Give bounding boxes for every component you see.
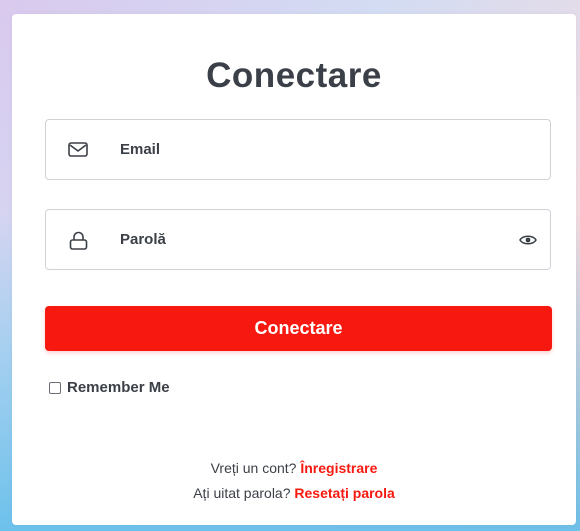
register-row: Vreți un cont? Înregistrare <box>12 460 576 476</box>
password-field[interactable]: Parolă <box>45 209 551 270</box>
register-prompt: Vreți un cont? <box>210 460 297 476</box>
eye-icon[interactable] <box>519 232 537 248</box>
reset-row: Ați uitat parola? Resetați parola <box>12 485 576 501</box>
remember-me: Remember Me <box>49 379 170 396</box>
login-button[interactable]: Conectare <box>45 306 552 351</box>
remember-checkbox[interactable] <box>49 381 61 394</box>
reset-password-link[interactable]: Resetați parola <box>294 485 394 501</box>
lock-icon <box>67 229 91 251</box>
password-placeholder: Parolă <box>120 231 166 248</box>
register-link[interactable]: Înregistrare <box>300 460 377 476</box>
reset-prompt: Ați uitat parola? <box>193 485 291 501</box>
remember-label: Remember Me <box>67 379 170 396</box>
login-card: Conectare Email Parolă Conectare Remembe… <box>12 14 576 525</box>
email-field[interactable]: Email <box>45 119 551 180</box>
email-placeholder: Email <box>120 141 161 158</box>
mail-icon <box>67 139 91 161</box>
page-title: Conectare <box>206 56 382 95</box>
